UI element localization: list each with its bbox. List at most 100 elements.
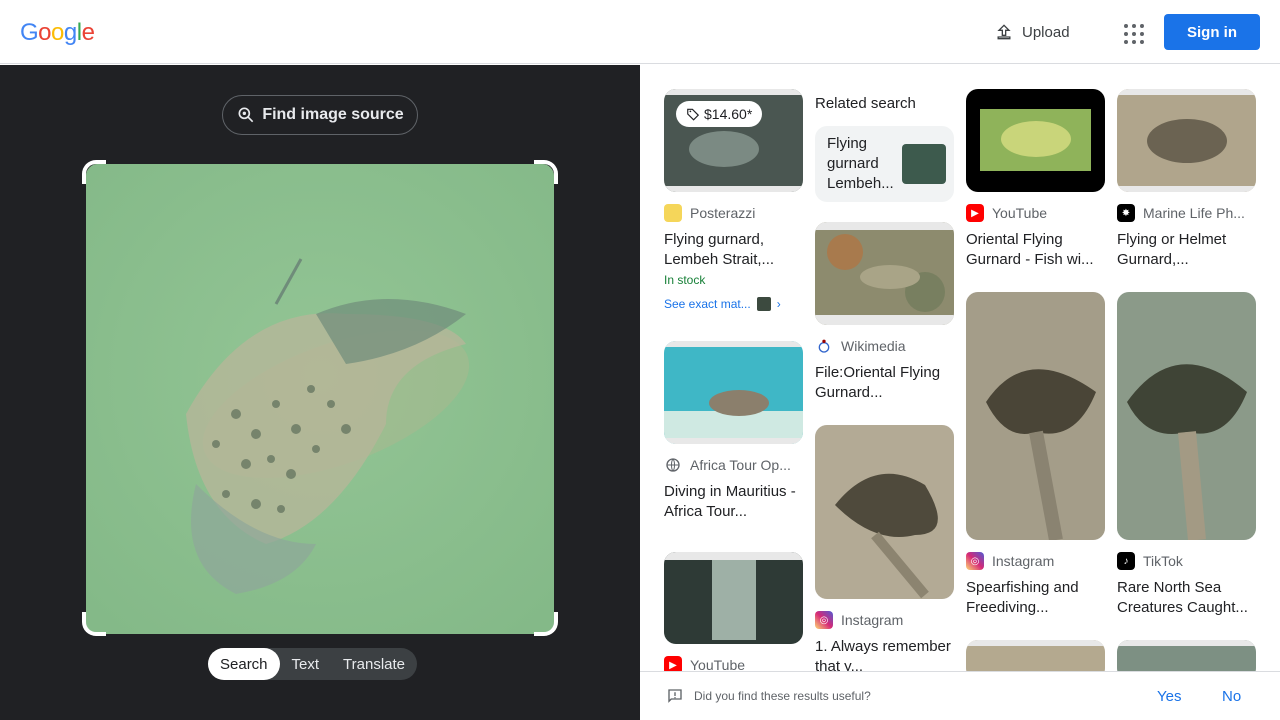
chevron-right-icon: › <box>776 297 781 311</box>
result-thumbnail[interactable] <box>664 552 803 644</box>
exact-match-thumbnail <box>756 297 771 311</box>
source-name: Instagram <box>992 553 1055 569</box>
gurnard-thumbnail <box>966 89 1105 192</box>
source-name: Marine Life Ph... <box>1143 205 1245 221</box>
result-card[interactable]: ✸ Marine Life Ph... Flying or Helmet Gur… <box>1117 89 1256 270</box>
crop-handle-bottom-right[interactable] <box>534 612 558 636</box>
feedback-question: Did you find these results useful? <box>694 689 871 703</box>
result-card[interactable] <box>966 640 1105 671</box>
result-title: Flying gurnard, Lembeh Strait,... <box>664 231 775 268</box>
crop-handle-top-right[interactable] <box>534 160 558 184</box>
upload-icon <box>997 24 1011 40</box>
result-title: Rare North Sea Creatures Caught... <box>1117 579 1248 616</box>
result-thumbnail[interactable] <box>966 89 1105 192</box>
tab-text[interactable]: Text <box>280 648 332 680</box>
result-source: Wikimedia <box>815 337 954 355</box>
source-name: Instagram <box>841 612 904 628</box>
gurnard-thumbnail <box>815 425 954 599</box>
result-source: ◎ Instagram <box>966 552 1105 570</box>
results-column: ▶ YouTube Oriental Flying Gurnard - Fish… <box>966 89 1105 671</box>
result-card[interactable] <box>1117 640 1256 671</box>
top-header: Google Upload Sign in <box>0 0 1280 64</box>
result-title: Oriental Flying Gurnard - Fish wi... <box>966 231 1094 268</box>
logo-letter: o <box>38 19 52 46</box>
result-card[interactable]: Africa Tour Op... Diving in Mauritius - … <box>664 341 803 522</box>
result-source: ▶ YouTube <box>966 204 1105 222</box>
result-thumbnail[interactable] <box>966 292 1105 540</box>
instagram-icon: ◎ <box>966 552 984 570</box>
visual-matches-panel: $14.60* Posterazzi Flying gurnard, Lembe… <box>640 65 1280 671</box>
result-source: ✸ Marine Life Ph... <box>1117 204 1256 222</box>
source-name: Africa Tour Op... <box>690 457 791 473</box>
result-source: Posterazzi <box>664 204 803 222</box>
results-column: $14.60* Posterazzi Flying gurnard, Lembe… <box>664 89 803 671</box>
result-thumbnail[interactable] <box>966 640 1105 671</box>
feedback-yes-button[interactable]: Yes <box>1157 688 1181 705</box>
gurnard-thumbnail <box>1117 89 1256 192</box>
logo-letter: e <box>81 19 95 46</box>
logo-letter: g <box>63 19 77 46</box>
find-image-source-button[interactable]: Find image source <box>222 95 418 135</box>
google-apps-icon[interactable] <box>1118 18 1146 46</box>
result-thumbnail[interactable]: $14.60* <box>664 89 803 192</box>
query-image[interactable] <box>86 164 554 634</box>
result-card[interactable]: ▶ YouTube Oriental Flying Gurnard - Fish… <box>966 89 1105 270</box>
sign-in-button[interactable]: Sign in <box>1164 14 1260 50</box>
marine-life-icon: ✸ <box>1117 204 1135 222</box>
result-card[interactable]: $14.60* Posterazzi Flying gurnard, Lembe… <box>664 89 803 311</box>
related-search-heading: Related search <box>815 95 916 112</box>
result-title: Spearfishing and Freediving... <box>966 579 1079 616</box>
gurnard-thumbnail <box>966 292 1105 540</box>
youtube-icon: ▶ <box>966 204 984 222</box>
result-thumbnail[interactable] <box>815 222 954 325</box>
flying-gurnard-photo <box>86 164 554 634</box>
stock-status: In stock <box>664 273 706 287</box>
price-badge: $14.60* <box>676 101 763 127</box>
upload-button[interactable]: Upload <box>984 16 1080 48</box>
lens-search-icon <box>238 107 254 123</box>
results-column: ✸ Marine Life Ph... Flying or Helmet Gur… <box>1117 89 1256 671</box>
result-card[interactable]: ◎ Instagram 1. Always remember that y... <box>815 425 954 671</box>
result-thumbnail[interactable] <box>1117 292 1256 540</box>
crop-handle-top-left[interactable] <box>82 160 106 184</box>
result-source: Africa Tour Op... <box>664 456 803 474</box>
related-search-chip[interactable]: Flying gurnard Lembeh... <box>815 126 954 202</box>
result-thumbnail[interactable] <box>1117 640 1256 671</box>
google-logo[interactable]: Google <box>20 19 95 47</box>
upload-label: Upload <box>1022 23 1070 41</box>
see-exact-matches-link[interactable]: See exact mat... › <box>664 297 803 311</box>
result-title: File:Oriental Flying Gurnard... <box>815 364 941 401</box>
logo-letter: o <box>51 19 64 46</box>
posterazzi-icon <box>664 204 682 222</box>
lens-mode-tabs: Search Text Translate <box>208 648 418 680</box>
result-thumbnail[interactable] <box>1117 89 1256 192</box>
tag-icon <box>687 108 700 121</box>
gurnard-thumbnail <box>664 341 803 444</box>
result-thumbnail[interactable] <box>664 341 803 444</box>
result-card[interactable]: ◎ Instagram Spearfishing and Freediving.… <box>966 292 1105 618</box>
result-card[interactable]: ▶ YouTube <box>664 552 803 671</box>
related-search-thumbnail <box>902 144 946 184</box>
gurnard-thumbnail <box>1117 292 1256 540</box>
result-card[interactable]: ♪ TikTok Rare North Sea Creatures Caught… <box>1117 292 1256 618</box>
result-source: ◎ Instagram <box>815 611 954 629</box>
price-label: $14.60* <box>704 106 753 122</box>
result-thumbnail[interactable] <box>815 425 954 599</box>
source-name: TikTok <box>1143 553 1183 569</box>
tab-search[interactable]: Search <box>208 648 280 680</box>
feedback-no-button[interactable]: No <box>1222 688 1241 705</box>
tab-translate[interactable]: Translate <box>331 648 417 680</box>
logo-letter: G <box>20 19 39 46</box>
wikimedia-icon <box>815 337 833 355</box>
crop-handle-bottom-left[interactable] <box>82 612 106 636</box>
gurnard-thumbnail <box>664 552 803 644</box>
youtube-icon: ▶ <box>664 656 682 671</box>
tiktok-icon: ♪ <box>1117 552 1135 570</box>
globe-icon <box>664 456 682 474</box>
source-name: YouTube <box>992 205 1048 221</box>
result-card[interactable]: Wikimedia File:Oriental Flying Gurnard..… <box>815 222 954 403</box>
source-name: Posterazzi <box>690 205 756 221</box>
query-image-panel: Find image source Search Text Translate <box>0 65 640 720</box>
results-column: Related search Flying gurnard Lembeh... … <box>815 89 954 671</box>
exact-match-label: See exact mat... <box>664 297 751 311</box>
